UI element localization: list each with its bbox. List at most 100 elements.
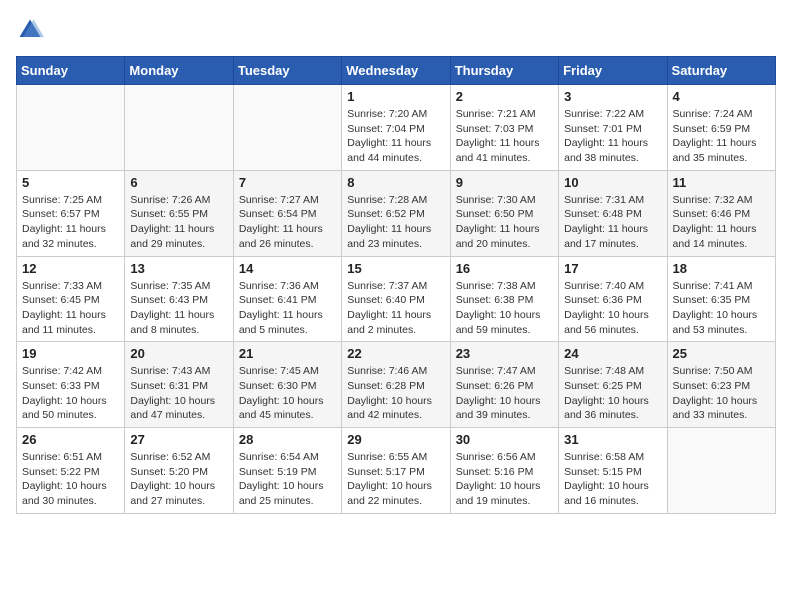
- day-info: Sunrise: 7:40 AM Sunset: 6:36 PM Dayligh…: [564, 279, 661, 338]
- calendar-cell: 17 Sunrise: 7:40 AM Sunset: 6:36 PM Dayli…: [559, 256, 667, 342]
- calendar-cell: 19Sunrise: 7:42 AM Sunset: 6:33 PM Dayli…: [17, 342, 125, 428]
- day-info: Sunrise: 7:43 AM Sunset: 6:31 PM Dayligh…: [130, 364, 227, 423]
- calendar-cell: 18 Sunrise: 7:41 AM Sunset: 6:35 PM Dayli…: [667, 256, 775, 342]
- logo-icon: [16, 16, 44, 44]
- day-info: Sunrise: 7:33 AM Sunset: 6:45 PM Dayligh…: [22, 279, 119, 338]
- day-number: 14: [239, 261, 336, 276]
- day-number: 4: [673, 89, 770, 104]
- day-info: Sunrise: 7:36 AM Sunset: 6:41 PM Dayligh…: [239, 279, 336, 338]
- calendar-table: SundayMondayTuesdayWednesdayThursdayFrid…: [16, 56, 776, 514]
- day-number: 23: [456, 346, 553, 361]
- day-info: Sunrise: 7:25 AM Sunset: 6:57 PM Dayligh…: [22, 193, 119, 252]
- calendar-cell: 7Sunrise: 7:27 AM Sunset: 6:54 PM Daylig…: [233, 170, 341, 256]
- day-number: 19: [22, 346, 119, 361]
- day-number: 8: [347, 175, 444, 190]
- day-info: Sunrise: 7:22 AM Sunset: 7:01 PM Dayligh…: [564, 107, 661, 166]
- calendar-week-row: 1 Sunrise: 7:20 AM Sunset: 7:04 PM Daylig…: [17, 85, 776, 171]
- day-number: 21: [239, 346, 336, 361]
- day-info: Sunrise: 6:54 AM Sunset: 5:19 PM Dayligh…: [239, 450, 336, 509]
- day-info: Sunrise: 7:26 AM Sunset: 6:55 PM Dayligh…: [130, 193, 227, 252]
- calendar-week-row: 19Sunrise: 7:42 AM Sunset: 6:33 PM Dayli…: [17, 342, 776, 428]
- day-info: Sunrise: 6:55 AM Sunset: 5:17 PM Dayligh…: [347, 450, 444, 509]
- day-info: Sunrise: 7:38 AM Sunset: 6:38 PM Dayligh…: [456, 279, 553, 338]
- weekday-header-saturday: Saturday: [667, 57, 775, 85]
- day-number: 28: [239, 432, 336, 447]
- day-number: 22: [347, 346, 444, 361]
- calendar-cell: [125, 85, 233, 171]
- calendar-cell: [233, 85, 341, 171]
- day-number: 13: [130, 261, 227, 276]
- calendar-cell: 14 Sunrise: 7:36 AM Sunset: 6:41 PM Dayli…: [233, 256, 341, 342]
- day-info: Sunrise: 7:24 AM Sunset: 6:59 PM Dayligh…: [673, 107, 770, 166]
- day-info: Sunrise: 6:56 AM Sunset: 5:16 PM Dayligh…: [456, 450, 553, 509]
- day-number: 2: [456, 89, 553, 104]
- day-number: 5: [22, 175, 119, 190]
- day-info: Sunrise: 7:30 AM Sunset: 6:50 PM Dayligh…: [456, 193, 553, 252]
- calendar-cell: 30 Sunrise: 6:56 AM Sunset: 5:16 PM Dayli…: [450, 428, 558, 514]
- calendar-cell: 26 Sunrise: 6:51 AM Sunset: 5:22 PM Dayli…: [17, 428, 125, 514]
- page-header: [16, 16, 776, 44]
- day-number: 17: [564, 261, 661, 276]
- calendar-cell: 12 Sunrise: 7:33 AM Sunset: 6:45 PM Dayli…: [17, 256, 125, 342]
- calendar-cell: 25Sunrise: 7:50 AM Sunset: 6:23 PM Dayli…: [667, 342, 775, 428]
- day-number: 6: [130, 175, 227, 190]
- calendar-cell: 20 Sunrise: 7:43 AM Sunset: 6:31 PM Dayli…: [125, 342, 233, 428]
- calendar-cell: 16 Sunrise: 7:38 AM Sunset: 6:38 PM Dayli…: [450, 256, 558, 342]
- day-number: 1: [347, 89, 444, 104]
- calendar-week-row: 12 Sunrise: 7:33 AM Sunset: 6:45 PM Dayli…: [17, 256, 776, 342]
- day-number: 30: [456, 432, 553, 447]
- day-number: 27: [130, 432, 227, 447]
- day-number: 10: [564, 175, 661, 190]
- calendar-cell: 23 Sunrise: 7:47 AM Sunset: 6:26 PM Dayli…: [450, 342, 558, 428]
- calendar-cell: 1 Sunrise: 7:20 AM Sunset: 7:04 PM Daylig…: [342, 85, 450, 171]
- calendar-cell: 3 Sunrise: 7:22 AM Sunset: 7:01 PM Daylig…: [559, 85, 667, 171]
- calendar-cell: 13Sunrise: 7:35 AM Sunset: 6:43 PM Dayli…: [125, 256, 233, 342]
- day-info: Sunrise: 6:52 AM Sunset: 5:20 PM Dayligh…: [130, 450, 227, 509]
- calendar-cell: 5 Sunrise: 7:25 AM Sunset: 6:57 PM Daylig…: [17, 170, 125, 256]
- calendar-week-row: 26 Sunrise: 6:51 AM Sunset: 5:22 PM Dayli…: [17, 428, 776, 514]
- calendar-cell: 22 Sunrise: 7:46 AM Sunset: 6:28 PM Dayli…: [342, 342, 450, 428]
- calendar-cell: 11 Sunrise: 7:32 AM Sunset: 6:46 PM Dayli…: [667, 170, 775, 256]
- day-info: Sunrise: 6:51 AM Sunset: 5:22 PM Dayligh…: [22, 450, 119, 509]
- calendar-cell: 24Sunrise: 7:48 AM Sunset: 6:25 PM Dayli…: [559, 342, 667, 428]
- day-info: Sunrise: 7:46 AM Sunset: 6:28 PM Dayligh…: [347, 364, 444, 423]
- calendar-cell: 29Sunrise: 6:55 AM Sunset: 5:17 PM Dayli…: [342, 428, 450, 514]
- weekday-header-sunday: Sunday: [17, 57, 125, 85]
- day-info: Sunrise: 7:47 AM Sunset: 6:26 PM Dayligh…: [456, 364, 553, 423]
- weekday-header-thursday: Thursday: [450, 57, 558, 85]
- calendar-cell: 2 Sunrise: 7:21 AM Sunset: 7:03 PM Daylig…: [450, 85, 558, 171]
- weekday-header-monday: Monday: [125, 57, 233, 85]
- weekday-header-wednesday: Wednesday: [342, 57, 450, 85]
- calendar-cell: 6 Sunrise: 7:26 AM Sunset: 6:55 PM Daylig…: [125, 170, 233, 256]
- day-info: Sunrise: 7:31 AM Sunset: 6:48 PM Dayligh…: [564, 193, 661, 252]
- day-number: 18: [673, 261, 770, 276]
- day-info: Sunrise: 7:32 AM Sunset: 6:46 PM Dayligh…: [673, 193, 770, 252]
- calendar-cell: 9Sunrise: 7:30 AM Sunset: 6:50 PM Daylig…: [450, 170, 558, 256]
- day-number: 3: [564, 89, 661, 104]
- day-number: 11: [673, 175, 770, 190]
- weekday-header-tuesday: Tuesday: [233, 57, 341, 85]
- calendar-cell: 15Sunrise: 7:37 AM Sunset: 6:40 PM Dayli…: [342, 256, 450, 342]
- day-number: 24: [564, 346, 661, 361]
- day-info: Sunrise: 7:20 AM Sunset: 7:04 PM Dayligh…: [347, 107, 444, 166]
- day-number: 31: [564, 432, 661, 447]
- calendar-cell: [667, 428, 775, 514]
- day-number: 15: [347, 261, 444, 276]
- day-number: 16: [456, 261, 553, 276]
- calendar-cell: 27 Sunrise: 6:52 AM Sunset: 5:20 PM Dayli…: [125, 428, 233, 514]
- day-info: Sunrise: 7:28 AM Sunset: 6:52 PM Dayligh…: [347, 193, 444, 252]
- calendar-cell: [17, 85, 125, 171]
- day-number: 20: [130, 346, 227, 361]
- calendar-cell: 8 Sunrise: 7:28 AM Sunset: 6:52 PM Daylig…: [342, 170, 450, 256]
- day-info: Sunrise: 7:41 AM Sunset: 6:35 PM Dayligh…: [673, 279, 770, 338]
- calendar-cell: 21Sunrise: 7:45 AM Sunset: 6:30 PM Dayli…: [233, 342, 341, 428]
- calendar-cell: 10 Sunrise: 7:31 AM Sunset: 6:48 PM Dayli…: [559, 170, 667, 256]
- day-info: Sunrise: 6:58 AM Sunset: 5:15 PM Dayligh…: [564, 450, 661, 509]
- day-number: 12: [22, 261, 119, 276]
- day-number: 26: [22, 432, 119, 447]
- calendar-cell: 31 Sunrise: 6:58 AM Sunset: 5:15 PM Dayli…: [559, 428, 667, 514]
- calendar-week-row: 5 Sunrise: 7:25 AM Sunset: 6:57 PM Daylig…: [17, 170, 776, 256]
- day-info: Sunrise: 7:21 AM Sunset: 7:03 PM Dayligh…: [456, 107, 553, 166]
- weekday-header-row: SundayMondayTuesdayWednesdayThursdayFrid…: [17, 57, 776, 85]
- day-number: 7: [239, 175, 336, 190]
